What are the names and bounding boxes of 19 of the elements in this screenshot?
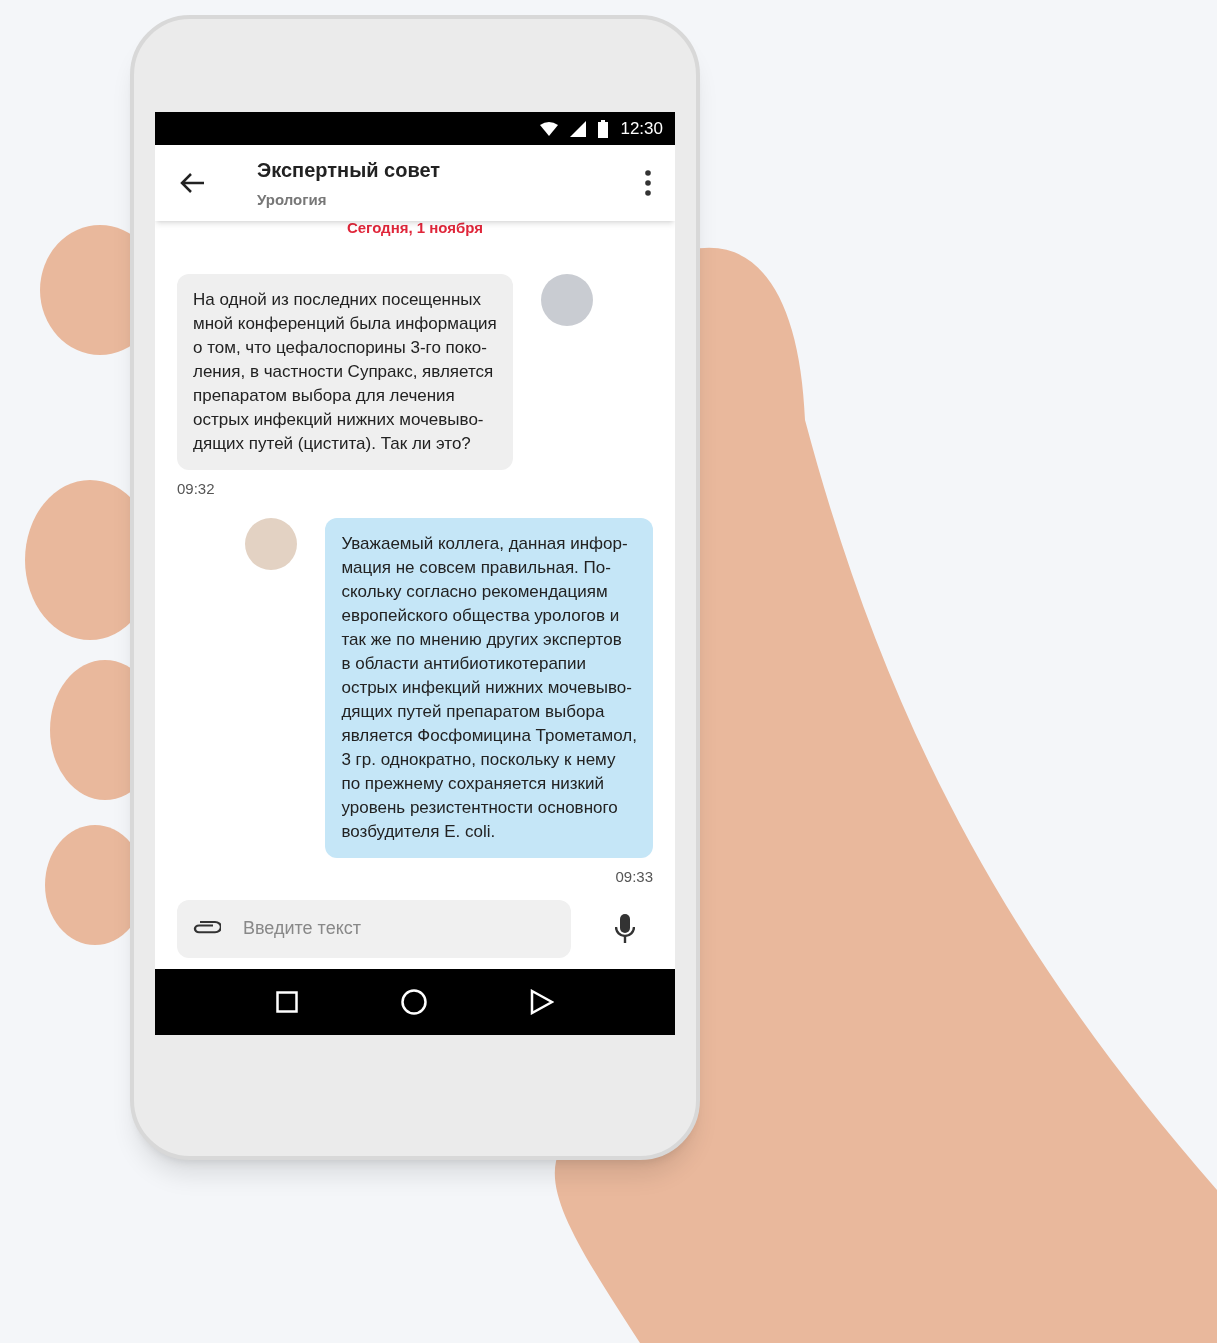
more-icon[interactable]: [645, 170, 651, 197]
message-time: 09:33: [614, 867, 653, 888]
message-field[interactable]: Введите текст: [177, 899, 571, 958]
play-triangle-icon[interactable]: [529, 989, 554, 1015]
message-bubble: На одной из последних посещенных мной конференций была информация о том, что цефалоспорины 3-го поко- ления, в частности Супракс, является препаратом выбора для лечения острых инфекций нижних мочевыво- дящих путей (цистита). Так ли это?: [177, 273, 513, 470]
battery-icon: [598, 119, 609, 138]
microphone-icon[interactable]: [615, 913, 635, 944]
signal-icon: [570, 120, 587, 137]
status-time: 12:30: [620, 117, 663, 140]
wifi-icon: [540, 121, 559, 136]
circle-icon[interactable]: [401, 989, 427, 1015]
date-divider: Сегодня, 1 ноября: [345, 218, 485, 239]
message-bubble: Уважаемый коллега, данная инфор- мация не совсем правильная. По- скольку согласно рекомендациям европейского общества урологов и так же по мнению других экспертов в области антибиотикотерапии острых инфекций нижних мочевыво- дящих путей препаратом выбора является Фосфомицина Трометамол, 3 гр. однократно, поскольку к нему по прежнему сохраняется низкий уровень резистентности основного возбудителя E. coli.: [325, 518, 653, 859]
chat-subtitle: Урология: [257, 189, 328, 210]
paperclip-icon[interactable]: [191, 919, 221, 936]
back-arrow-icon[interactable]: [179, 172, 205, 195]
message-time: 09:32: [177, 478, 216, 499]
chat-title: Экспертный совет: [257, 157, 442, 183]
square-icon[interactable]: [276, 991, 299, 1013]
